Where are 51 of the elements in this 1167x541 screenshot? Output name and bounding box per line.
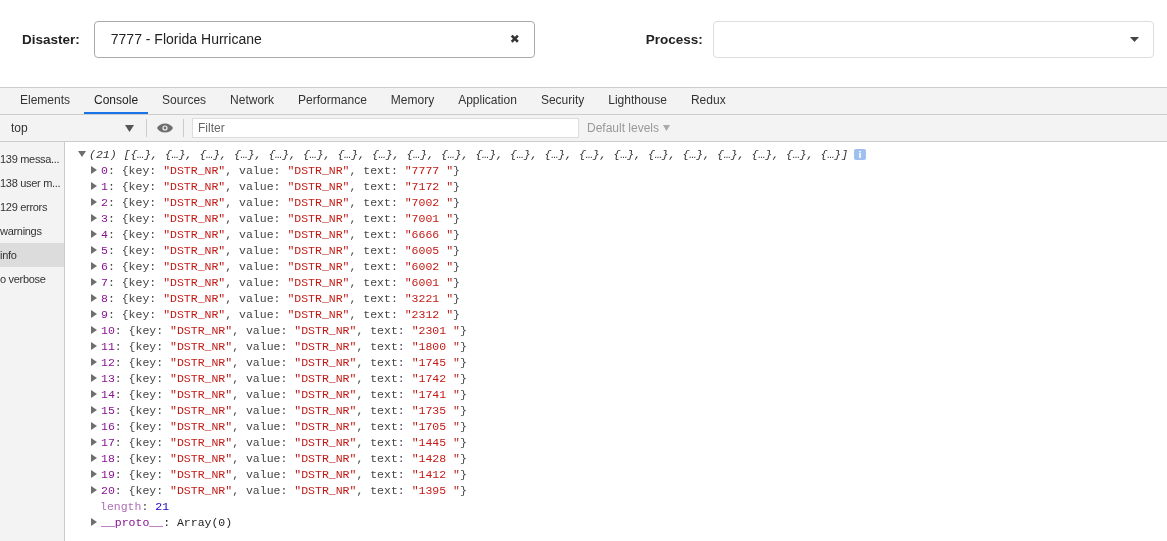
log-entry: 0: {key: "DSTR_NR", value: "DSTR_NR", text: "7777 "}	[101, 163, 460, 177]
sidebar-item[interactable]: 129 errors	[0, 195, 64, 219]
devtools-tab[interactable]: Performance	[288, 88, 377, 114]
log-entry: 16: {key: "DSTR_NR", value: "DSTR_NR", text: "1705 "}	[101, 419, 467, 433]
log-entry: 18: {key: "DSTR_NR", value: "DSTR_NR", text: "1428 "}	[101, 451, 467, 465]
devtools-tab[interactable]: Sources	[152, 88, 217, 114]
log-entry: 17: {key: "DSTR_NR", value: "DSTR_NR", text: "1445 "}	[101, 435, 467, 449]
devtools-tab[interactable]: Redux	[680, 88, 736, 114]
log-entry: 7: {key: "DSTR_NR", value: "DSTR_NR", text: "6001 "}	[101, 275, 460, 289]
log-entry: 3: {key: "DSTR_NR", value: "DSTR_NR", text: "7001 "}	[101, 211, 460, 225]
sidebar-item[interactable]: 138 user m...	[0, 171, 64, 195]
log-entry: 1: {key: "DSTR_NR", value: "DSTR_NR", text: "7172 "}	[101, 179, 460, 193]
devtools-tab[interactable]: Lighthouse	[598, 88, 677, 114]
log-entry: 15: {key: "DSTR_NR", value: "DSTR_NR", text: "1735 "}	[101, 403, 467, 417]
log-entry: 5: {key: "DSTR_NR", value: "DSTR_NR", text: "6005 "}	[101, 243, 460, 257]
log-entry: 14: {key: "DSTR_NR", value: "DSTR_NR", text: "1741 "}	[101, 387, 467, 401]
context-select[interactable]: top	[0, 121, 140, 135]
devtools-tab[interactable]: Elements	[10, 88, 81, 114]
log-entry: 19: {key: "DSTR_NR", value: "DSTR_NR", text: "1412 "}	[101, 467, 467, 481]
devtools-tab[interactable]: Memory	[380, 88, 445, 114]
collapsed-triangle-icon[interactable]	[90, 518, 98, 526]
length-property: length: 21	[100, 499, 170, 513]
filter-field[interactable]: Filter	[192, 118, 579, 138]
devtools-tab[interactable]: Application	[448, 88, 527, 114]
devtools-tab[interactable]: Security	[530, 88, 595, 114]
disaster-label: Disaster:	[22, 31, 80, 47]
log-entry: 2: {key: "DSTR_NR", value: "DSTR_NR", text: "7002 "}	[101, 195, 460, 209]
sidebar-item[interactable]: 139 messa...	[0, 147, 64, 171]
log-entry: 6: {key: "DSTR_NR", value: "DSTR_NR", text: "6002 "}	[101, 259, 460, 273]
sidebar-item[interactable]: info	[0, 243, 64, 267]
sidebar-item[interactable]: warnings	[0, 219, 64, 243]
dropdown-caret-icon	[663, 125, 671, 131]
log-entry: 13: {key: "DSTR_NR", value: "DSTR_NR", text: "1742 "}	[101, 371, 467, 385]
proto-property: __proto__: Array(0)	[101, 515, 233, 529]
log-entry: 4: {key: "DSTR_NR", value: "DSTR_NR", text: "6666 "}	[101, 227, 460, 241]
caret-icon	[1129, 36, 1139, 42]
dropdown-caret-icon	[125, 124, 134, 132]
eye-icon[interactable]	[157, 123, 173, 133]
log-entry: 20: {key: "DSTR_NR", value: "DSTR_NR", text: "1395 "}	[101, 483, 467, 497]
log-entry: 8: {key: "DSTR_NR", value: "DSTR_NR", text: "3221 "}	[101, 291, 460, 305]
array-summary: (21) [{…}, {…}, {…}, {…}, {…}, {…}, {…}, {…}, {…}, {…}, {…}, {…}, {…}, {…}, {…}, {…}, {…}, {…}, {…}, {…}, {…}]	[89, 147, 849, 161]
log-entry: 10: {key: "DSTR_NR", value: "DSTR_NR", text: "2301 "}	[101, 323, 467, 337]
log-entry: 9: {key: "DSTR_NR", value: "DSTR_NR", text: "2312 "}	[101, 307, 460, 321]
process-label: Process:	[645, 31, 703, 47]
devtools-tab[interactable]: Network	[220, 88, 285, 114]
expanded-triangle-icon[interactable]	[78, 150, 86, 158]
clear-icon[interactable]: ✖	[509, 32, 520, 46]
sidebar-item[interactable]: o verbose	[0, 267, 64, 291]
log-entry: 11: {key: "DSTR_NR", value: "DSTR_NR", text: "1800 "}	[101, 339, 467, 353]
disaster-field[interactable]: 7777 - Florida Hurricane ✖	[93, 20, 535, 58]
log-entry: 12: {key: "DSTR_NR", value: "DSTR_NR", text: "1745 "}	[101, 355, 467, 369]
